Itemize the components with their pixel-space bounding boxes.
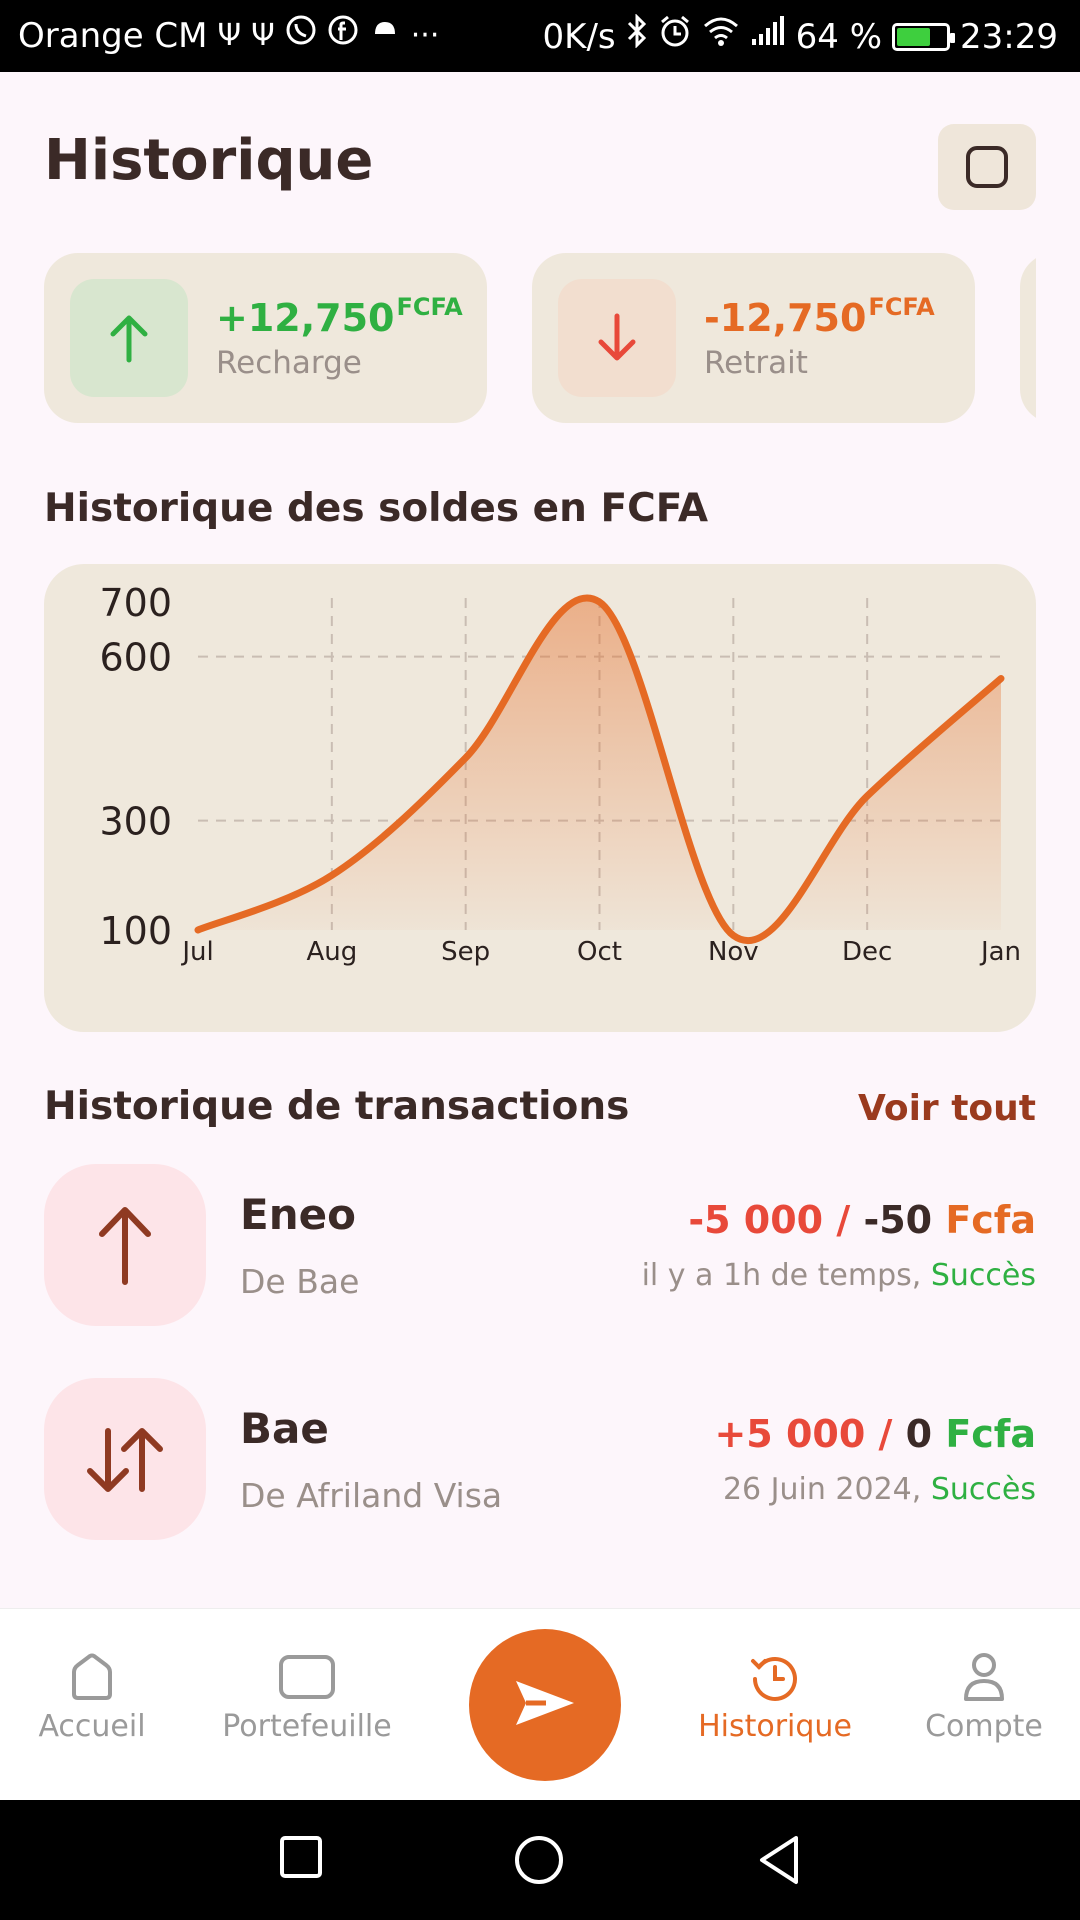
summary-cards: +12,750FCFA Recharge -12,750FCFA Retrait (44, 253, 1036, 423)
back-button[interactable] (756, 1834, 802, 1890)
status-badge: Succès (930, 1258, 1036, 1293)
balance-history-title: Historique des soldes en FCFA (44, 486, 709, 531)
transfer-arrows-icon (44, 1378, 206, 1540)
withdrawal-label: Retrait (704, 345, 808, 381)
y-tick-label: 600 (99, 636, 172, 680)
history-icon (675, 1651, 875, 1703)
transaction-meta: il y a 1h de temps, Succès (641, 1258, 1036, 1293)
facebook-icon (327, 14, 359, 57)
home-icon (0, 1651, 192, 1703)
home-button[interactable] (513, 1834, 565, 1890)
x-tick-label: Jan (979, 937, 1021, 967)
battery-icon (892, 22, 956, 51)
x-tick-label: Jul (180, 937, 213, 967)
withdrawal-card[interactable]: -12,750FCFA Retrait (532, 253, 975, 423)
x-tick-label: Aug (306, 937, 357, 967)
header-action-button[interactable] (938, 124, 1036, 210)
x-tick-label: Oct (577, 937, 622, 967)
arrow-up-icon (70, 279, 188, 397)
page-title: Historique (44, 128, 374, 193)
transactions-title: Historique de transactions (44, 1084, 630, 1129)
whatsapp-icon (285, 14, 317, 57)
alarm-icon (658, 14, 692, 59)
transaction-row[interactable]: Bae De Afriland Visa +5 000 / 0 Fcfa 26 … (44, 1378, 1036, 1542)
nav-label: Portefeuille (222, 1709, 392, 1744)
bottom-navigation: Accueil Portefeuille Historique Compte (0, 1608, 1080, 1800)
send-icon (512, 1675, 578, 1735)
withdrawal-amount: -12,750FCFA (704, 293, 935, 340)
nav-item-accueil[interactable]: Accueil (0, 1651, 192, 1744)
x-tick-label: Nov (708, 937, 759, 967)
arrow-up-icon (44, 1164, 206, 1326)
nav-item-portefeuille[interactable]: Portefeuille (207, 1651, 407, 1744)
recharge-card[interactable]: +12,750FCFA Recharge (44, 253, 487, 423)
nav-label: Compte (925, 1709, 1043, 1744)
more-card[interactable] (1020, 253, 1036, 423)
wifi-icon (702, 15, 740, 58)
recharge-amount: +12,750FCFA (216, 293, 463, 340)
transaction-name: Bae (240, 1404, 329, 1453)
x-tick-label: Dec (842, 937, 892, 967)
status-badge: Succès (930, 1472, 1036, 1507)
usb-icon: Ψ (217, 17, 242, 53)
series-area (198, 597, 1001, 941)
see-all-link[interactable]: Voir tout (858, 1088, 1036, 1129)
transaction-amount: +5 000 / 0 Fcfa (714, 1412, 1036, 1456)
send-button[interactable] (469, 1629, 621, 1781)
user-icon (884, 1651, 1080, 1703)
bluetooth-icon (626, 13, 648, 59)
transaction-name: Eneo (240, 1190, 356, 1239)
battery-percent: 64 % (795, 16, 883, 57)
transaction-source: De Afriland Visa (240, 1476, 503, 1515)
recharge-label: Recharge (216, 345, 362, 381)
recents-button[interactable] (278, 1834, 324, 1884)
balance-chart: 100 300 600 700 Jul Aug Sep Oct Nov Dec Jan (44, 564, 1036, 1032)
nav-item-compte[interactable]: Compte (884, 1651, 1080, 1744)
y-tick-label: 300 (99, 800, 172, 844)
transaction-row[interactable]: Eneo De Bae -5 000 / -50 Fcfa il y a 1h … (44, 1164, 1036, 1328)
status-bar: Orange CM Ψ Ψ ··· 0K/s 64 % 23:29 (0, 0, 1080, 72)
transaction-source: De Bae (240, 1262, 360, 1301)
wallet-icon (207, 1651, 407, 1703)
notification-icon (369, 14, 401, 57)
y-tick-label: 100 (99, 909, 172, 953)
nav-item-historique[interactable]: Historique (675, 1651, 875, 1744)
nav-label: Historique (698, 1709, 852, 1744)
square-icon (966, 146, 1008, 188)
carrier-name: Orange CM (18, 15, 208, 56)
more-icon: ··· (410, 17, 440, 53)
signal-icon (750, 15, 786, 58)
system-navigation-bar (0, 1800, 1080, 1920)
usb-icon: Ψ (251, 17, 275, 53)
clock: 23:29 (960, 16, 1058, 57)
x-tick-label: Sep (441, 937, 490, 967)
y-tick-label: 700 (99, 581, 172, 625)
network-speed: 0K/s (542, 16, 616, 57)
transaction-amount: -5 000 / -50 Fcfa (688, 1198, 1036, 1242)
nav-label: Accueil (38, 1709, 146, 1744)
transaction-meta: 26 Juin 2024, Succès (722, 1472, 1036, 1507)
balance-chart-svg: 100 300 600 700 Jul Aug Sep Oct Nov Dec Jan (99, 581, 1021, 967)
arrow-down-icon (558, 279, 676, 397)
